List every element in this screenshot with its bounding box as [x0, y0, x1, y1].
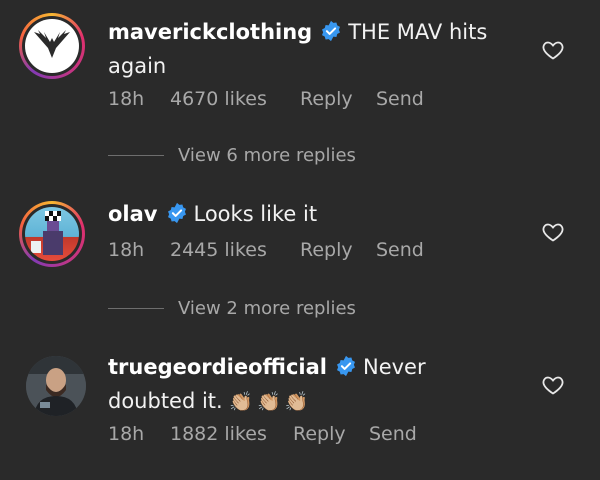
view-more-replies-button[interactable]: View 6 more replies — [108, 144, 356, 166]
clapping-hands-emoji: 👏🏼👏🏼👏🏼 — [229, 391, 313, 413]
send-button[interactable]: Send — [376, 239, 424, 261]
comment-text: Looks like it — [193, 202, 318, 226]
comment-body: maverickclothing THE MAV hits again — [108, 17, 508, 82]
comment-meta: 18h 2445 likes Reply Send — [108, 239, 424, 261]
verified-badge-icon — [320, 20, 342, 51]
divider-line — [108, 307, 164, 309]
comment-meta: 18h 4670 likes Reply Send — [108, 88, 424, 110]
likes-count[interactable]: 2445 likes — [170, 239, 300, 261]
like-heart-icon[interactable] — [541, 38, 565, 62]
likes-count[interactable]: 4670 likes — [170, 88, 300, 110]
wings-logo-icon — [34, 30, 70, 58]
username[interactable]: truegeordieofficial — [108, 355, 327, 379]
username[interactable]: maverickclothing — [108, 20, 312, 44]
avatar[interactable] — [26, 356, 86, 416]
profile-person-icon — [26, 356, 86, 416]
like-heart-icon[interactable] — [541, 373, 565, 397]
verified-badge-icon — [166, 202, 188, 233]
send-button[interactable]: Send — [376, 88, 424, 110]
view-replies-label: View 6 more replies — [178, 144, 356, 166]
view-replies-label: View 2 more replies — [178, 297, 356, 319]
comment-time: 18h — [108, 239, 145, 261]
reply-button[interactable]: Reply — [300, 239, 376, 261]
comment-time: 18h — [108, 88, 145, 110]
view-more-replies-button[interactable]: View 2 more replies — [108, 297, 356, 319]
profile-figure-icon — [31, 211, 63, 255]
comments-page: maverickclothing THE MAV hits again 18h 46… — [0, 0, 600, 480]
comment-body: olav Looks like it — [108, 199, 508, 233]
reply-button[interactable]: Reply — [293, 423, 369, 445]
comment-meta: 18h 1882 likes Reply Send — [108, 423, 417, 445]
likes-count[interactable]: 1882 likes — [170, 423, 293, 445]
comment-time: 18h — [108, 423, 145, 445]
comment-body: truegeordieofficial Never doubted it. 👏🏼👏… — [108, 352, 508, 418]
username[interactable]: olav — [108, 202, 158, 226]
like-heart-icon[interactable] — [541, 220, 565, 244]
avatar[interactable] — [19, 13, 85, 79]
reply-button[interactable]: Reply — [300, 88, 376, 110]
verified-badge-icon — [335, 355, 357, 386]
divider-line — [108, 154, 164, 156]
send-button[interactable]: Send — [369, 423, 417, 445]
avatar[interactable] — [19, 201, 85, 267]
